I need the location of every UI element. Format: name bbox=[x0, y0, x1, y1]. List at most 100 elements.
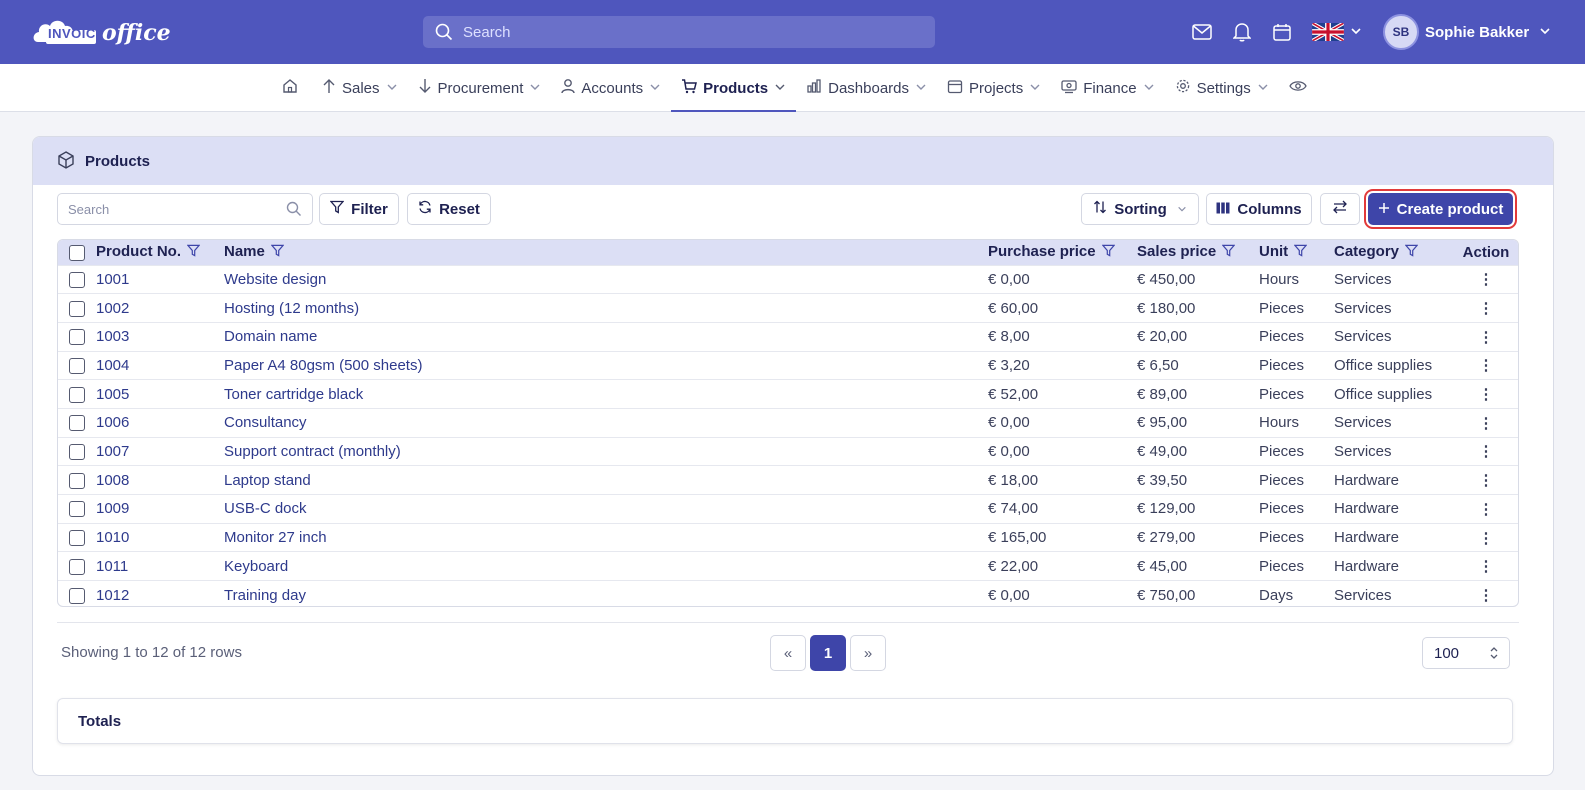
table-row[interactable]: 1003 Domain name € 8,00 € 20,00 Pieces S… bbox=[58, 322, 1518, 351]
chevron-down-icon[interactable] bbox=[1350, 24, 1362, 40]
kebab-menu-icon[interactable]: ⋮ bbox=[1476, 471, 1496, 489]
kebab-menu-icon[interactable]: ⋮ bbox=[1476, 270, 1496, 288]
product-name-cell[interactable]: USB-C dock bbox=[224, 495, 988, 524]
table-row[interactable]: 1011 Keyboard € 22,00 € 45,00 Pieces Har… bbox=[58, 551, 1518, 581]
uk-flag-icon[interactable] bbox=[1312, 23, 1344, 41]
nav-settings[interactable]: Settings bbox=[1165, 64, 1279, 112]
table-search-input[interactable] bbox=[58, 194, 278, 224]
nav-sales[interactable]: Sales bbox=[312, 64, 408, 112]
product-name-cell[interactable]: Training day bbox=[224, 581, 988, 606]
product-name-cell[interactable]: Support contract (monthly) bbox=[224, 437, 988, 466]
select-all-checkbox[interactable] bbox=[69, 244, 85, 261]
table-row[interactable]: 1005 Toner cartridge black € 52,00 € 89,… bbox=[58, 379, 1518, 409]
row-checkbox[interactable] bbox=[69, 443, 85, 460]
product-name-cell[interactable]: Consultancy bbox=[224, 408, 988, 437]
totals-panel[interactable]: Totals bbox=[57, 698, 1513, 744]
row-checkbox[interactable] bbox=[69, 530, 85, 547]
product-no-cell[interactable]: 1011 bbox=[96, 552, 224, 581]
product-name-cell[interactable]: Keyboard bbox=[224, 552, 988, 581]
row-checkbox[interactable] bbox=[69, 357, 85, 374]
table-row[interactable]: 1001 Website design € 0,00 € 450,00 Hour… bbox=[58, 265, 1518, 294]
next-page-button[interactable]: » bbox=[850, 635, 886, 671]
table-row[interactable]: 1008 Laptop stand € 18,00 € 39,50 Pieces… bbox=[58, 465, 1518, 495]
columns-button[interactable]: Columns bbox=[1206, 193, 1312, 225]
nav-dashboards[interactable]: Dashboards bbox=[796, 64, 937, 112]
product-name-cell[interactable]: Hosting (12 months) bbox=[224, 294, 988, 323]
nav-preview[interactable] bbox=[1279, 64, 1317, 112]
product-no-cell[interactable]: 1006 bbox=[96, 408, 224, 437]
product-name-cell[interactable]: Monitor 27 inch bbox=[224, 523, 988, 552]
product-no-cell[interactable]: 1004 bbox=[96, 351, 224, 380]
row-checkbox[interactable] bbox=[69, 558, 85, 575]
row-checkbox[interactable] bbox=[69, 386, 85, 403]
row-checkbox[interactable] bbox=[69, 415, 85, 432]
nav-procurement[interactable]: Procurement bbox=[408, 64, 552, 112]
reset-button[interactable]: Reset bbox=[407, 193, 491, 225]
kebab-menu-icon[interactable]: ⋮ bbox=[1476, 557, 1496, 575]
product-name-cell[interactable]: Domain name bbox=[224, 322, 988, 351]
table-row[interactable]: 1002 Hosting (12 months) € 60,00 € 180,0… bbox=[58, 293, 1518, 323]
nav-home[interactable] bbox=[272, 64, 312, 112]
product-no-cell[interactable]: 1007 bbox=[96, 437, 224, 466]
nav-accounts[interactable]: Accounts bbox=[551, 64, 671, 112]
product-no-cell[interactable]: 1008 bbox=[96, 466, 224, 495]
kebab-menu-icon[interactable]: ⋮ bbox=[1476, 529, 1496, 547]
product-no-cell[interactable]: 1002 bbox=[96, 294, 224, 323]
row-checkbox[interactable] bbox=[69, 501, 85, 518]
global-search[interactable] bbox=[423, 16, 935, 48]
table-search[interactable] bbox=[57, 193, 313, 225]
kebab-menu-icon[interactable]: ⋮ bbox=[1476, 442, 1496, 460]
create-product-button[interactable]: Create product bbox=[1368, 193, 1513, 225]
kebab-menu-icon[interactable]: ⋮ bbox=[1476, 385, 1496, 403]
product-no-cell[interactable]: 1009 bbox=[96, 495, 224, 524]
invoiceoffice-logo[interactable]: INVOICE office bbox=[32, 14, 177, 50]
kebab-menu-icon[interactable]: ⋮ bbox=[1476, 299, 1496, 317]
column-header-name[interactable]: Name bbox=[224, 240, 988, 265]
kebab-menu-icon[interactable]: ⋮ bbox=[1476, 414, 1496, 432]
product-no-cell[interactable]: 1001 bbox=[96, 265, 224, 294]
product-name-cell[interactable]: Toner cartridge black bbox=[224, 380, 988, 409]
product-name-cell[interactable]: Paper A4 80gsm (500 sheets) bbox=[224, 351, 988, 380]
column-header-unit[interactable]: Unit bbox=[1259, 240, 1334, 265]
table-row[interactable]: 1004 Paper A4 80gsm (500 sheets) € 3,20 … bbox=[58, 351, 1518, 380]
filter-button[interactable]: Filter bbox=[319, 193, 399, 225]
user-menu[interactable]: SB Sophie Bakker bbox=[1383, 14, 1551, 50]
row-checkbox[interactable] bbox=[69, 300, 85, 317]
filter-icon[interactable] bbox=[270, 244, 285, 261]
global-search-input[interactable] bbox=[463, 16, 923, 48]
nav-projects[interactable]: Projects bbox=[937, 64, 1051, 112]
column-header-sales-price[interactable]: Sales price bbox=[1137, 240, 1259, 265]
filter-icon[interactable] bbox=[1404, 244, 1419, 261]
filter-icon[interactable] bbox=[1221, 244, 1236, 261]
kebab-menu-icon[interactable]: ⋮ bbox=[1476, 328, 1496, 346]
product-no-cell[interactable]: 1005 bbox=[96, 380, 224, 409]
bell-icon[interactable] bbox=[1230, 20, 1254, 44]
table-row[interactable]: 1007 Support contract (monthly) € 0,00 €… bbox=[58, 437, 1518, 466]
row-checkbox[interactable] bbox=[69, 587, 85, 604]
sorting-button[interactable]: Sorting bbox=[1081, 193, 1199, 225]
column-header-category[interactable]: Category bbox=[1334, 240, 1452, 265]
prev-page-button[interactable]: « bbox=[770, 635, 806, 671]
page-size-select[interactable]: 100 bbox=[1422, 637, 1510, 669]
column-header-purchase-price[interactable]: Purchase price bbox=[988, 240, 1137, 265]
table-row[interactable]: 1006 Consultancy € 0,00 € 95,00 Hours Se… bbox=[58, 408, 1518, 437]
kebab-menu-icon[interactable]: ⋮ bbox=[1476, 500, 1496, 518]
product-no-cell[interactable]: 1003 bbox=[96, 322, 224, 351]
filter-icon[interactable] bbox=[186, 244, 201, 261]
filter-icon[interactable] bbox=[1101, 244, 1115, 261]
swap-button[interactable] bbox=[1320, 193, 1360, 225]
table-row[interactable]: 1010 Monitor 27 inch € 165,00 € 279,00 P… bbox=[58, 523, 1518, 552]
product-name-cell[interactable]: Laptop stand bbox=[224, 466, 988, 495]
kebab-menu-icon[interactable]: ⋮ bbox=[1476, 356, 1496, 374]
table-row[interactable]: 1012 Training day € 0,00 € 750,00 Days S… bbox=[58, 580, 1518, 606]
row-checkbox[interactable] bbox=[69, 472, 85, 489]
page-1-button[interactable]: 1 bbox=[810, 635, 846, 671]
column-header-product-no[interactable]: Product No. bbox=[96, 240, 224, 265]
row-checkbox[interactable] bbox=[69, 329, 85, 346]
nav-finance[interactable]: Finance bbox=[1051, 64, 1164, 112]
table-row[interactable]: 1009 USB-C dock € 74,00 € 129,00 Pieces … bbox=[58, 494, 1518, 524]
product-name-cell[interactable]: Website design bbox=[224, 265, 988, 294]
product-no-cell[interactable]: 1010 bbox=[96, 523, 224, 552]
calendar-icon[interactable] bbox=[1270, 20, 1294, 44]
filter-icon[interactable] bbox=[1293, 244, 1308, 261]
